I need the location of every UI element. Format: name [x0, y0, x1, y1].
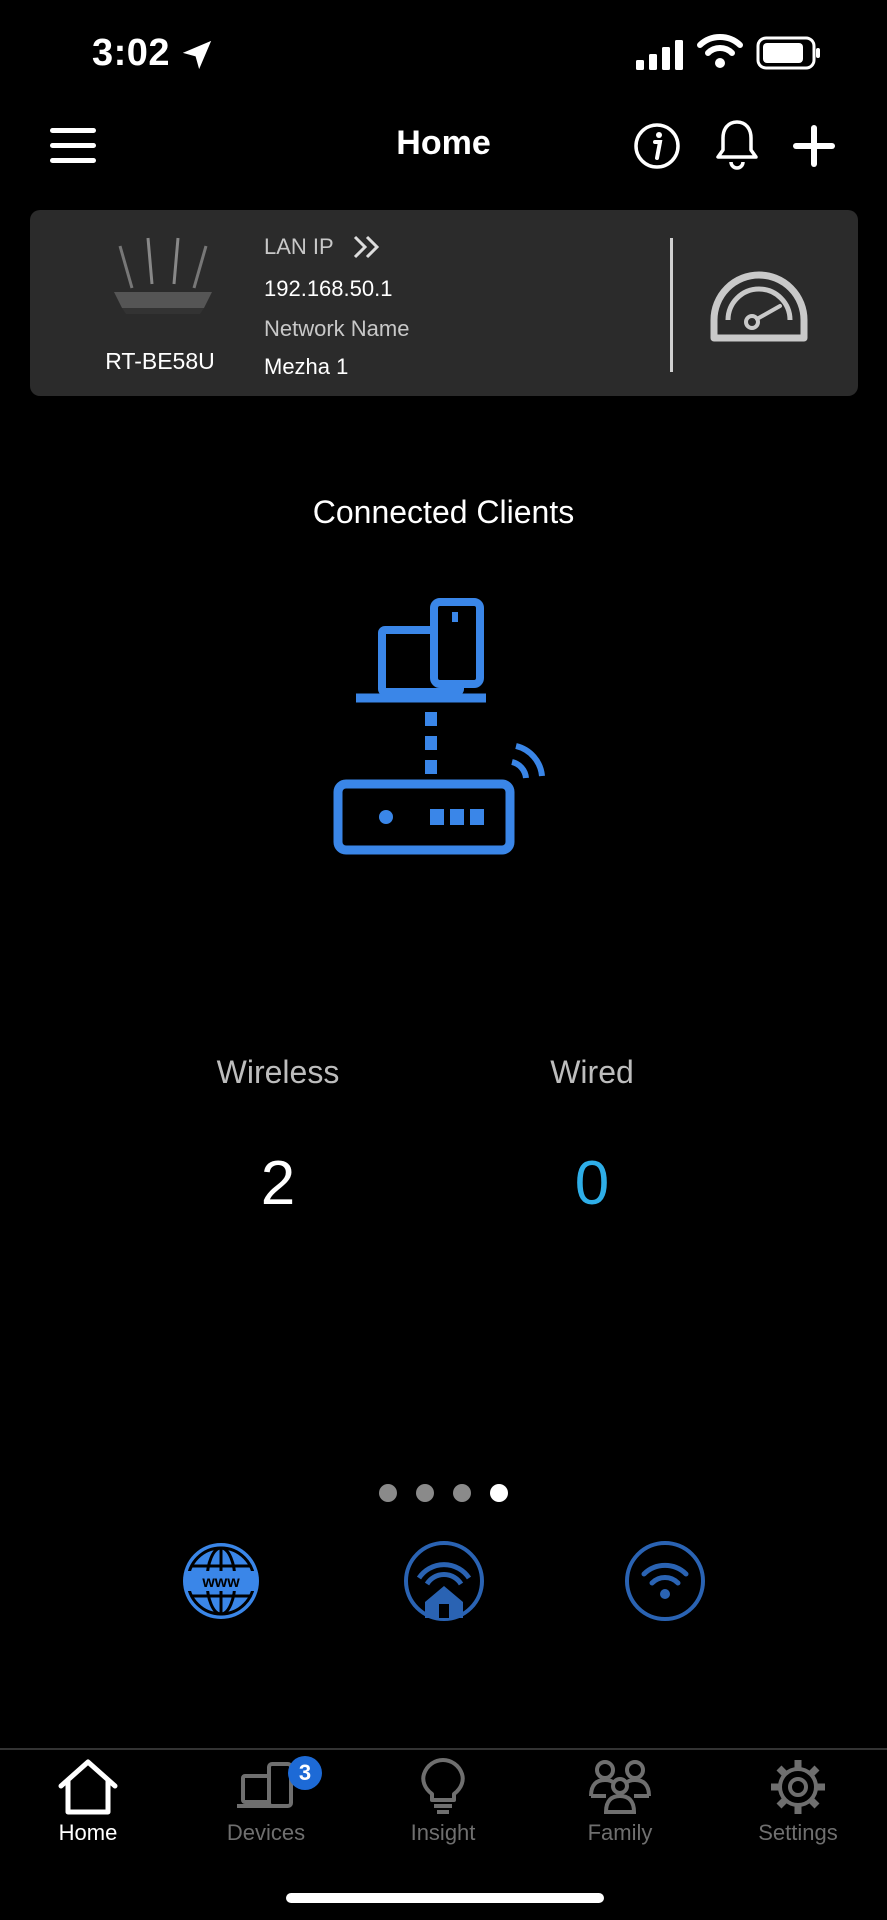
wifi-icon: [697, 34, 743, 68]
devices-router-illustration[interactable]: [330, 596, 550, 862]
lightbulb-icon: [421, 1758, 465, 1814]
tab-bar-divider: [0, 1748, 887, 1750]
card-divider: [670, 238, 673, 372]
bell-icon[interactable]: [713, 118, 761, 172]
network-name-label: Network Name: [264, 316, 410, 341]
router-image: [114, 237, 212, 314]
speedometer-icon[interactable]: [706, 262, 812, 346]
network-name-value: Mezha 1: [264, 354, 349, 379]
gear-icon: [771, 1760, 825, 1814]
family-icon: [589, 1760, 651, 1814]
wifi-circle-icon[interactable]: [624, 1540, 706, 1622]
tab-insight-label: Insight: [410, 1820, 476, 1845]
wireless-count[interactable]: 2: [226, 1148, 330, 1219]
globe-www-icon[interactable]: www: [180, 1540, 262, 1622]
svg-text:www: www: [201, 1574, 240, 1591]
plus-icon[interactable]: [791, 123, 837, 169]
router-model: RT-BE58U: [105, 348, 215, 374]
info-icon[interactable]: [633, 122, 681, 170]
double-chevron-right-icon[interactable]: [352, 234, 382, 260]
home-icon: [58, 1759, 118, 1815]
battery-icon: [756, 36, 820, 70]
lan-ip-value: 192.168.50.1: [264, 276, 393, 301]
page-dot-4[interactable]: [490, 1484, 508, 1502]
tab-settings[interactable]: Settings: [733, 1756, 863, 1846]
tab-home-label: Home: [58, 1820, 118, 1845]
lan-ip-label[interactable]: LAN IP: [264, 234, 334, 260]
wireless-label: Wireless: [216, 1054, 340, 1090]
home-wifi-icon[interactable]: [403, 1540, 485, 1622]
wired-count[interactable]: 0: [540, 1148, 644, 1219]
tab-insight[interactable]: Insight: [378, 1756, 508, 1846]
devices-badge: 3: [288, 1756, 322, 1790]
tab-settings-label: Settings: [758, 1820, 838, 1845]
cellular-signal-icon: [636, 40, 683, 70]
page-dot-1[interactable]: [379, 1484, 397, 1502]
tab-devices-label: Devices: [226, 1820, 306, 1845]
page-dot-3[interactable]: [453, 1484, 471, 1502]
page-dot-2[interactable]: [416, 1484, 434, 1502]
tab-family-label: Family: [587, 1820, 653, 1845]
home-indicator[interactable]: [286, 1893, 604, 1903]
location-arrow-icon: [182, 40, 212, 70]
status-time: 3:02: [92, 32, 171, 74]
tab-home[interactable]: Home: [23, 1756, 153, 1846]
tab-family[interactable]: Family: [555, 1756, 685, 1846]
connected-clients-title: Connected Clients: [312, 494, 575, 530]
wired-label: Wired: [550, 1054, 634, 1090]
